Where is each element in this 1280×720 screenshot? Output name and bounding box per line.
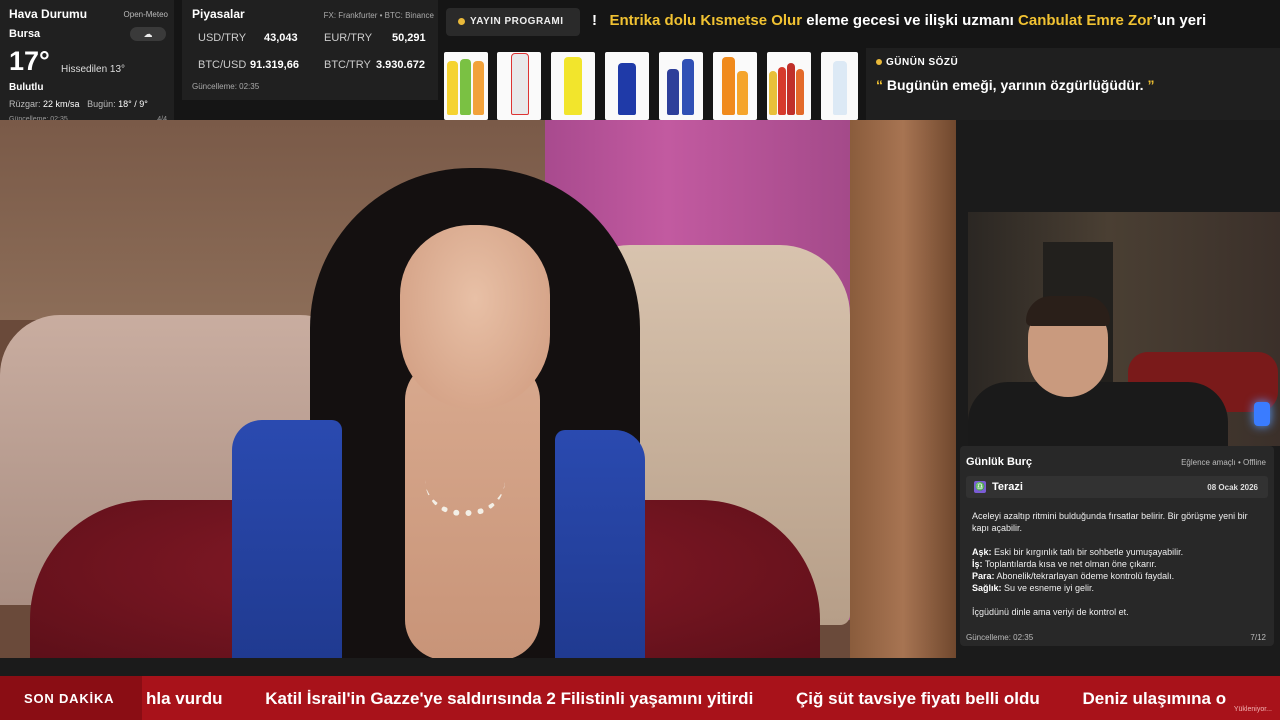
product-image bbox=[659, 52, 703, 120]
markets-title: Piyasalar bbox=[192, 7, 245, 21]
weather-feels-like: Hissedilen 13° bbox=[61, 64, 126, 75]
product-image bbox=[713, 52, 757, 120]
today-value: 18° / 9° bbox=[118, 99, 148, 109]
libra-icon: ♎ bbox=[974, 481, 986, 493]
horoscope-page-indicator: 7/12 bbox=[1250, 633, 1266, 642]
weather-condition: Bulutlu bbox=[9, 82, 44, 93]
markets-updated: Güncelleme: 02:35 bbox=[192, 82, 260, 91]
horoscope-title: Günlük Burç bbox=[966, 456, 1033, 468]
horoscope-intro: Aceleyi azaltıp ritmini bulduğunda fırsa… bbox=[972, 511, 1248, 533]
weather-temperature: 17° bbox=[9, 46, 50, 76]
ticker-text-1: eleme gecesi ve ilişki uzmanı bbox=[802, 12, 1019, 29]
horoscope-sign: Terazi bbox=[992, 481, 1023, 493]
horoscope-body: Aceleyi azaltıp ritmini bulduğunda fırsa… bbox=[972, 510, 1267, 618]
cloud-icon: ☁ bbox=[130, 27, 166, 41]
product-image bbox=[551, 52, 595, 120]
market-row-btc-usd: BTC/USD 91.319,66 bbox=[198, 59, 299, 71]
weather-details: Rüzgar: 22 km/sa Bugün: 18° / 9° bbox=[9, 99, 148, 109]
horoscope-card: Günlük Burç Eğlence amaçlı • Offline ♎ T… bbox=[960, 446, 1274, 646]
markets-widget: Piyasalar FX: Frankfurter • BTC: Binance… bbox=[182, 0, 438, 100]
schedule-dot-icon bbox=[458, 18, 465, 25]
breaking-news-bar: SON DAKİKA hla vurdu Katil İsrail'in Gaz… bbox=[0, 676, 1280, 720]
horoscope-meta: Eğlence amaçlı • Offline bbox=[1181, 458, 1266, 467]
wind-label: Rüzgar: bbox=[9, 99, 41, 109]
ticker-text-2: ’un yeri bbox=[1152, 12, 1207, 29]
ticker-highlight-1: Entrika dolu Kısmetse Olur bbox=[609, 12, 803, 29]
horoscope-date: 08 Ocak 2026 bbox=[1207, 483, 1258, 492]
weather-widget: Hava Durumu Open-Meteo Bursa ☁ 17° Hisse… bbox=[0, 0, 174, 126]
top-ticker: ! Entrika dolu Kısmetse Olur eleme geces… bbox=[592, 12, 1280, 36]
ticker-lead: ! bbox=[592, 12, 597, 29]
quote-text: “ Bugünün emeği, yarının özgürlüğüdür. ” bbox=[876, 77, 1155, 93]
market-row-btc-try: BTC/TRY 3.930.672 bbox=[324, 59, 425, 71]
news-item: Çiğ süt tavsiye fiyatı belli oldu bbox=[796, 689, 1040, 708]
horoscope-work: İş: Toplantılarda kısa ve net olman öne … bbox=[972, 559, 1157, 569]
markets-source: FX: Frankfurter • BTC: Binance bbox=[323, 11, 434, 20]
quote-of-the-day: GÜNÜN SÖZÜ “ Bugünün emeği, yarının özgü… bbox=[866, 48, 1280, 120]
schedule-label: YAYIN PROGRAMI bbox=[470, 16, 564, 27]
product-image bbox=[444, 52, 488, 120]
news-item: hla vurdu bbox=[146, 689, 223, 708]
horoscope-closing: İçgüdünü dinle ama veriyi de kontrol et. bbox=[972, 607, 1129, 617]
horoscope-health: Sağlık: Su ve esneme iyi gelir. bbox=[972, 583, 1095, 593]
horoscope-love: Aşk: Eski bir kırgınlık tatlı bir sohbet… bbox=[972, 547, 1184, 557]
quote-body: Bugünün emeği, yarının özgürlüğüdür. bbox=[886, 77, 1144, 93]
market-row-eur-try: EUR/TRY 50,291 bbox=[324, 32, 426, 44]
product-image bbox=[605, 52, 649, 120]
broadcast-schedule-button[interactable]: YAYIN PROGRAMI bbox=[446, 8, 580, 36]
weather-city: Bursa bbox=[9, 28, 41, 40]
quote-dot-icon bbox=[876, 59, 882, 65]
top-bar: Hava Durumu Open-Meteo Bursa ☁ 17° Hisse… bbox=[0, 0, 1280, 126]
news-item: Deniz ulaşımına o bbox=[1082, 689, 1227, 708]
sponsor-products-strip bbox=[444, 52, 858, 120]
quote-title: GÜNÜN SÖZÜ bbox=[886, 57, 959, 68]
product-image bbox=[497, 52, 541, 120]
market-row-usd-try: USD/TRY 43,043 bbox=[198, 32, 298, 44]
product-image bbox=[821, 52, 858, 120]
main-video-feed bbox=[0, 120, 956, 658]
breaking-news-ticker: hla vurdu Katil İsrail'in Gazze'ye saldı… bbox=[146, 689, 1264, 709]
product-image bbox=[767, 52, 811, 120]
weather-title: Hava Durumu bbox=[9, 7, 88, 21]
news-item: Katil İsrail'in Gazze'ye saldırısında 2 … bbox=[265, 689, 754, 708]
breaking-news-label: SON DAKİKA bbox=[0, 676, 142, 720]
horoscope-money: Para: Abonelik/tekrarlayan ödeme kontrol… bbox=[972, 571, 1175, 581]
horoscope-updated: Güncelleme: 02:35 bbox=[966, 633, 1034, 642]
horoscope-sign-bar: ♎ Terazi 08 Ocak 2026 bbox=[966, 476, 1268, 498]
wind-value: 22 km/sa bbox=[43, 99, 80, 109]
news-loading-indicator: Yükleniyor... bbox=[1233, 706, 1272, 713]
ticker-highlight-2: Canbulat Emre Zor bbox=[1018, 12, 1153, 29]
webcam-feed bbox=[968, 212, 1280, 446]
weather-source: Open-Meteo bbox=[123, 10, 168, 19]
today-label: Bugün: bbox=[87, 99, 116, 109]
